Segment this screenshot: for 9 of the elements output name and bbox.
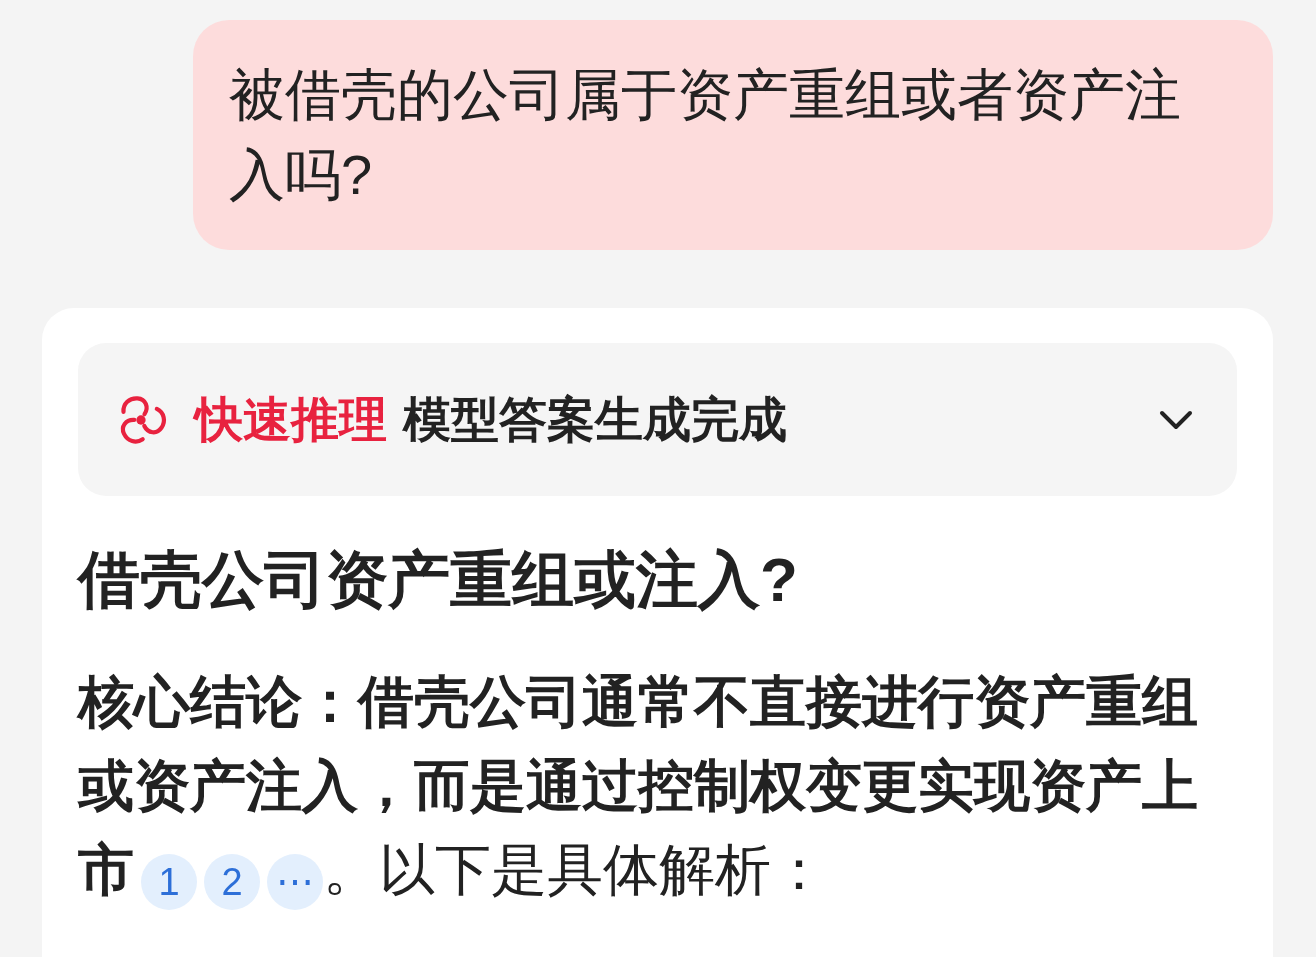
- mode-label: 快速推理: [195, 391, 387, 448]
- answer-heading: 借壳公司资产重组或注入?: [78, 544, 798, 616]
- citation-link[interactable]: 1: [141, 854, 197, 910]
- question-bubble: 被借壳的公司属于资产重组或者资产注入吗?: [193, 20, 1273, 250]
- citation-link[interactable]: ⋯: [267, 854, 323, 910]
- answer-paragraph: 核心结论：借壳公司通常不直接进行资产重组或资产注入，而是通过控制权变更实现资产上市 1 2 ⋯ 。以下是具体解析：: [78, 660, 1237, 912]
- citation-link[interactable]: 2: [204, 854, 260, 910]
- status-text: 模型答案生成完成: [403, 391, 787, 448]
- chevron-down-icon[interactable]: [1159, 409, 1193, 430]
